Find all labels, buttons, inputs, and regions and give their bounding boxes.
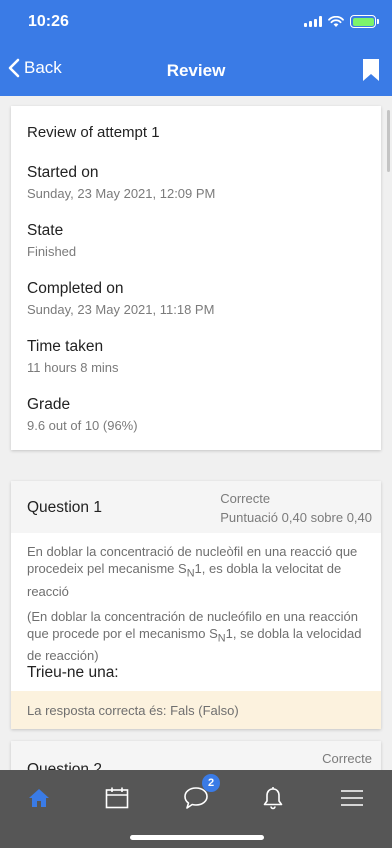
- status-time: 10:26: [28, 13, 69, 30]
- field-label: Started on: [27, 164, 99, 181]
- question-state: Correcte: [322, 751, 372, 766]
- attempt-summary-card: Review of attempt 1 Started on Sunday, 2…: [11, 106, 381, 450]
- messages-badge: 2: [202, 774, 220, 792]
- calendar-icon: [105, 787, 129, 809]
- bell-icon: [263, 787, 283, 810]
- completed-on-field: Completed on Sunday, 23 May 2021, 11:18 …: [27, 280, 365, 317]
- time-taken-field: Time taken 11 hours 8 mins: [27, 338, 365, 375]
- question-card: Question 1 Correcte Puntuació 0,40 sobre…: [11, 481, 381, 729]
- question-body: En doblar la concentració de nucleòfil e…: [11, 533, 381, 681]
- question-header: Question 1 Correcte Puntuació 0,40 sobre…: [11, 481, 381, 533]
- question-card: Question 2 Correcte: [11, 741, 381, 770]
- question-title: Question 1: [27, 499, 102, 516]
- tab-calendar[interactable]: [102, 784, 132, 812]
- question-state: Correcte: [220, 491, 271, 506]
- correct-answer-feedback: La resposta correcta és: Fals (Falso): [11, 691, 381, 729]
- tab-menu[interactable]: [337, 784, 367, 812]
- choose-prompt: Trieu-ne una:: [27, 664, 119, 682]
- field-value: 11 hours 8 mins: [27, 360, 119, 375]
- field-label: State: [27, 222, 64, 239]
- field-value: 9.6 out of 10 (96%): [27, 418, 138, 433]
- tab-bar: 2: [0, 770, 392, 848]
- scrollbar[interactable]: [387, 110, 390, 172]
- signal-icon: [304, 16, 322, 27]
- tab-messages[interactable]: 2: [181, 774, 220, 812]
- hamburger-menu-icon: [341, 790, 363, 806]
- field-value: Sunday, 23 May 2021, 12:09 PM: [27, 186, 216, 201]
- state-field: State Finished: [27, 222, 365, 259]
- question-status: Correcte Puntuació 0,40 sobre 0,40: [220, 489, 372, 527]
- bookmark-icon[interactable]: [362, 58, 380, 82]
- question-status: Correcte: [322, 749, 372, 768]
- review-content[interactable]: Review of attempt 1 Started on Sunday, 2…: [0, 96, 392, 770]
- field-value: Sunday, 23 May 2021, 11:18 PM: [27, 302, 215, 317]
- started-on-field: Started on Sunday, 23 May 2021, 12:09 PM: [27, 164, 365, 201]
- battery-icon: [350, 15, 379, 28]
- tab-home[interactable]: [24, 784, 54, 812]
- status-icons: [304, 15, 379, 28]
- grade-field: Grade 9.6 out of 10 (96%): [27, 396, 365, 433]
- question-text-spanish: (En doblar la concentración de nucleófil…: [27, 608, 362, 664]
- field-label: Time taken: [27, 338, 104, 355]
- tab-notifications[interactable]: [258, 784, 288, 812]
- home-icon: [29, 789, 49, 807]
- field-label: Grade: [27, 396, 71, 413]
- nav-bar: Back Review: [0, 46, 392, 96]
- question-score: Puntuació 0,40 sobre 0,40: [220, 510, 372, 525]
- attempt-heading: Review of attempt 1: [27, 124, 160, 141]
- question-header: Question 2 Correcte: [11, 741, 381, 770]
- question-text-catalan: En doblar la concentració de nucleòfil e…: [27, 544, 358, 599]
- page-title: Review: [166, 61, 226, 80]
- question-title: Question 2: [27, 761, 102, 770]
- wifi-icon: [328, 15, 344, 27]
- status-bar: 10:26: [0, 0, 392, 46]
- field-label: Completed on: [27, 280, 124, 297]
- home-indicator: [130, 835, 264, 840]
- field-value: Finished: [27, 244, 77, 259]
